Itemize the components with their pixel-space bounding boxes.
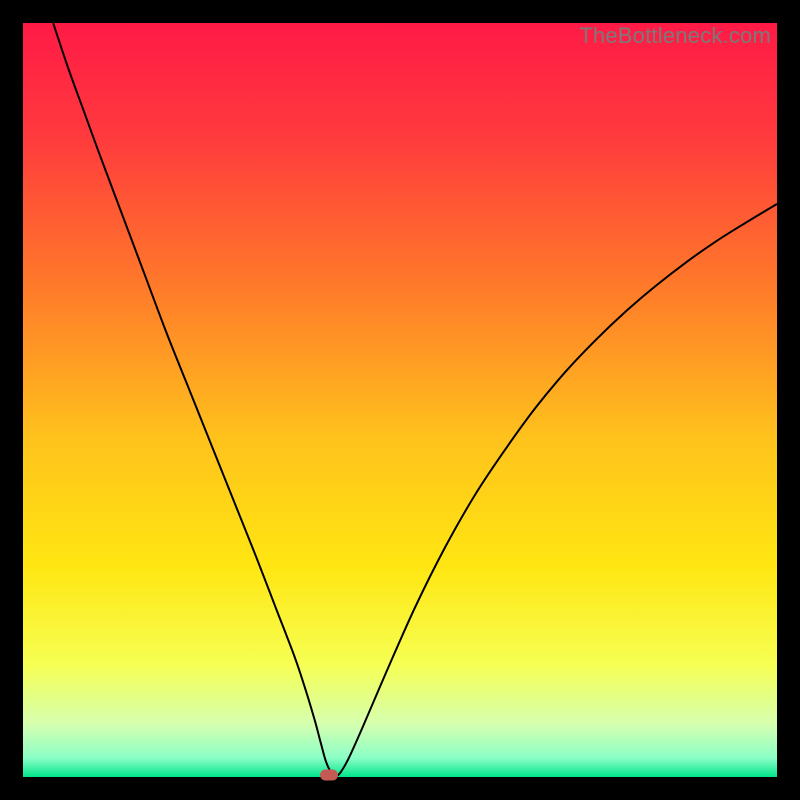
watermark-text: TheBottleneck.com: [579, 23, 771, 49]
optimal-point-marker: [320, 769, 338, 780]
chart-frame: TheBottleneck.com: [23, 23, 777, 777]
bottleneck-curve: [23, 23, 777, 777]
